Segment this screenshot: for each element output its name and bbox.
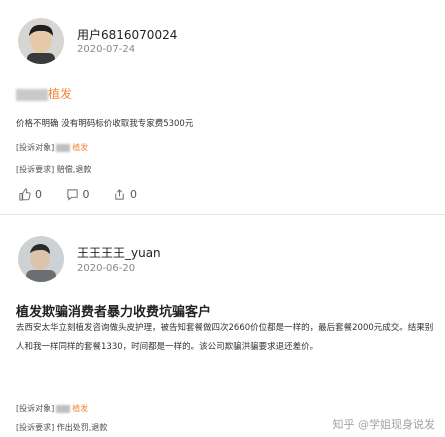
- username[interactable]: 用户6816070024: [77, 26, 177, 43]
- redacted-text: [56, 404, 71, 413]
- post-title: 植发: [16, 85, 72, 102]
- post-date: 2020-06-20: [77, 263, 136, 274]
- complaint-target: [投诉对象] 植发: [16, 142, 88, 153]
- user-avatar[interactable]: [18, 236, 64, 282]
- complaint-target-value: 植发: [72, 143, 89, 152]
- post-actions: 0 0 0: [18, 188, 157, 204]
- redacted-text: [56, 143, 71, 152]
- post-content: 价格不明确 没有明码标价收取我专家费5300元: [16, 119, 194, 129]
- complaint-target-value: 植发: [72, 404, 89, 413]
- redacted-text: [16, 88, 48, 101]
- post-content: 去西安太华立刻植发咨询做头皮护理，被告知套餐做四次2660价位都是一样的，最后套…: [16, 323, 434, 352]
- thumbs-up-icon: [19, 188, 31, 201]
- share-icon: [115, 189, 124, 200]
- avatar-photo-icon: [18, 18, 64, 64]
- avatar-photo-icon: [18, 236, 64, 282]
- complaint-request-label: [投诉要求]: [16, 423, 55, 432]
- complaint-target: [投诉对象] 植发: [16, 403, 88, 414]
- post-title: 植发欺骗消费者暴力收费坑骗客户: [16, 301, 211, 320]
- complaint-request-value: 作出处罚,退款: [56, 423, 108, 432]
- complaint-request-label: [投诉要求]: [16, 165, 55, 174]
- post-title-text: 植发欺骗消费者暴力收费坑骗客户: [16, 305, 212, 320]
- complaint-post-2: 王王王王_yuan 2020-06-20 植发欺骗消费者暴力收费坑骗客户 去西安…: [0, 214, 445, 437]
- share-count: 0: [130, 188, 137, 201]
- username[interactable]: 王王王王_yuan: [77, 244, 161, 261]
- share-button[interactable]: 0: [113, 188, 137, 201]
- watermark: 知乎 @学姐现身说发: [332, 418, 436, 431]
- like-button[interactable]: 0: [18, 188, 42, 201]
- complaint-post-1: 用户6816070024 2020-07-24 植发 价格不明确 没有明码标价收…: [0, 0, 445, 214]
- comment-count: 0: [82, 188, 90, 201]
- complaint-request: [投诉要求] 赔偿,退款: [16, 164, 91, 175]
- complaint-target-label: [投诉对象]: [16, 143, 55, 152]
- post-date: 2020-07-24: [77, 44, 136, 55]
- complaint-request: [投诉要求] 作出处罚,退款: [16, 422, 107, 433]
- comment-icon: [66, 189, 78, 201]
- complaint-request-value: 赔偿,退款: [56, 165, 92, 174]
- complaint-target-label: [投诉对象]: [16, 404, 55, 413]
- post-title-tail: 植发: [48, 87, 73, 101]
- like-count: 0: [35, 188, 42, 201]
- comment-button[interactable]: 0: [66, 188, 90, 201]
- user-avatar[interactable]: [18, 18, 64, 64]
